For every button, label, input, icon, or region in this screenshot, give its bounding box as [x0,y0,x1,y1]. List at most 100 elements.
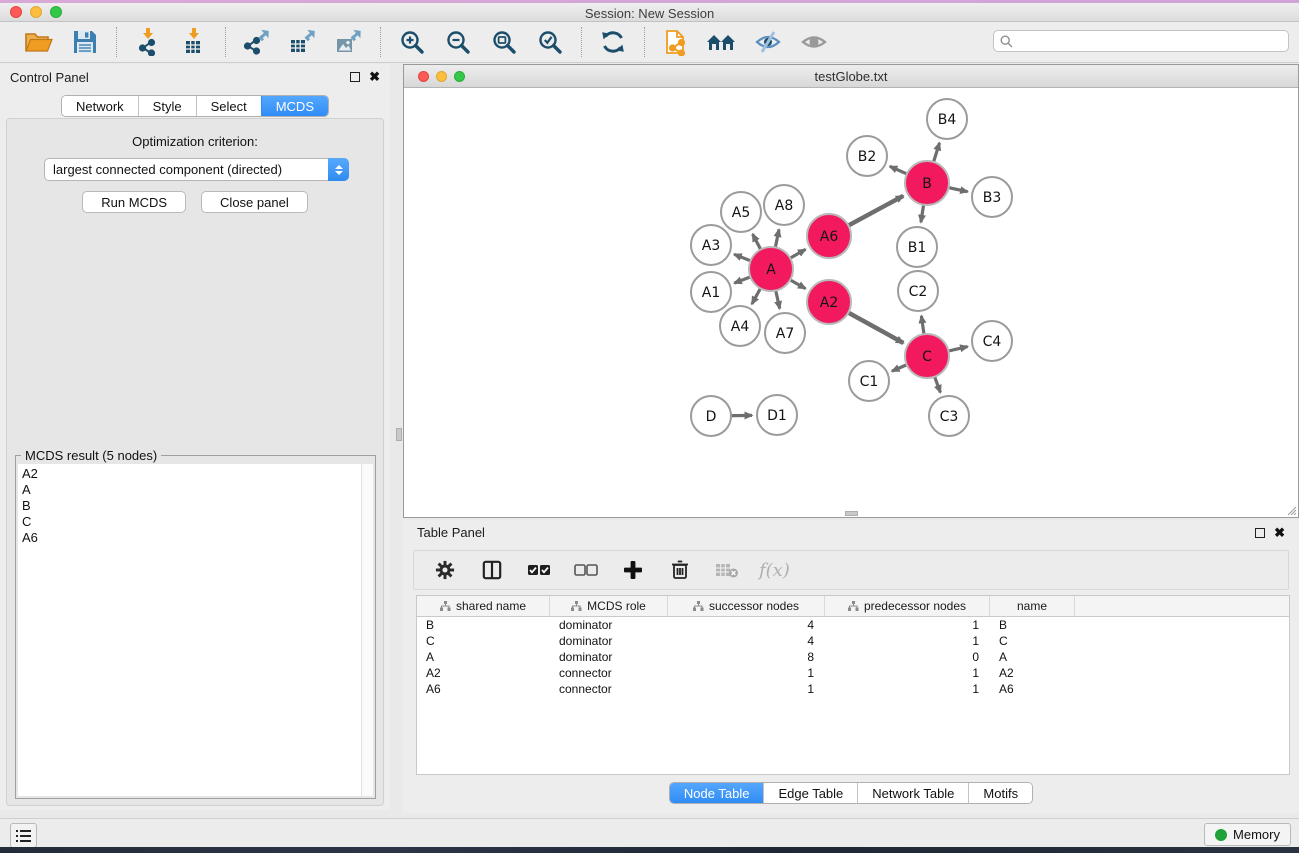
resize-grip[interactable] [1285,504,1297,516]
table-cell[interactable]: C [990,633,1075,649]
table-cell[interactable]: connector [550,681,668,697]
table-cell[interactable]: 1 [825,665,990,681]
open-session-button[interactable] [20,26,58,58]
table-cell[interactable]: A2 [990,665,1075,681]
table-row[interactable]: Bdominator41B [417,617,1289,633]
select-all-button[interactable] [526,554,552,586]
delete-column-button[interactable] [667,554,693,586]
table-row[interactable]: A6connector11A6 [417,681,1289,697]
table-cell[interactable]: dominator [550,649,668,665]
node-A4[interactable]: A4 [720,306,760,346]
tab-network[interactable]: Network [62,96,138,116]
result-scrollbar[interactable] [361,464,373,796]
criterion-dropdown[interactable]: largest connected component (directed) [44,158,349,181]
table-cell[interactable]: dominator [550,617,668,633]
table-cell[interactable]: 4 [668,633,825,649]
column-header-name[interactable]: name [990,596,1075,616]
zoom-fit-button[interactable] [485,26,523,58]
table-row[interactable]: Cdominator41C [417,633,1289,649]
node-C[interactable]: C [905,334,949,378]
export-table-button[interactable] [284,26,322,58]
column-header-shared-name[interactable]: shared name [417,596,550,616]
result-item[interactable]: C [22,514,357,530]
export-network-button[interactable] [238,26,276,58]
table-settings-button[interactable] [432,554,458,586]
node-B3[interactable]: B3 [972,177,1012,217]
table-cell[interactable]: A6 [417,681,550,697]
hide-selected-button[interactable] [749,26,787,58]
table-cell[interactable]: A6 [990,681,1075,697]
table-cell[interactable]: B [990,617,1075,633]
network-canvas[interactable]: A A1 A2 A3 A4 A5 A6 A7 A8 B B1 B2 B3 B4 … [404,88,1298,517]
task-history-button[interactable] [10,823,37,848]
table-tab-network-table[interactable]: Network Table [857,783,968,803]
save-session-button[interactable] [66,26,104,58]
result-item[interactable]: A6 [22,530,357,546]
show-all-button[interactable] [795,26,833,58]
result-item[interactable]: B [22,498,357,514]
node-A8[interactable]: A8 [764,185,804,225]
import-table-button[interactable] [175,26,213,58]
table-row[interactable]: Adominator80A [417,649,1289,665]
table-cell[interactable]: 1 [825,681,990,697]
node-A1[interactable]: A1 [691,272,731,312]
node-C2[interactable]: C2 [898,271,938,311]
tab-mcds[interactable]: MCDS [261,96,328,116]
zoom-selected-button[interactable] [531,26,569,58]
column-header-predecessor-nodes[interactable]: predecessor nodes [825,596,990,616]
table-cell[interactable]: B [417,617,550,633]
table-cell[interactable]: A2 [417,665,550,681]
first-neighbors-button[interactable] [703,26,741,58]
table-cell[interactable]: A [990,649,1075,665]
run-mcds-button[interactable]: Run MCDS [82,191,186,213]
table-cell[interactable]: C [417,633,550,649]
table-tab-motifs[interactable]: Motifs [968,783,1032,803]
float-panel-icon[interactable] [350,72,360,82]
deselect-all-button[interactable] [573,554,599,586]
table-cell[interactable]: 1 [825,633,990,649]
close-panel-icon[interactable]: ✖ [369,72,380,82]
table-tab-node-table[interactable]: Node Table [670,783,764,803]
search-input[interactable] [1017,32,1282,50]
new-network-from-file-button[interactable] [657,26,695,58]
table-close-icon[interactable]: ✖ [1274,528,1285,538]
table-cell[interactable]: 1 [825,617,990,633]
search-box[interactable] [993,30,1289,52]
close-panel-button[interactable]: Close panel [201,191,308,213]
table-tab-edge-table[interactable]: Edge Table [763,783,857,803]
table-cell[interactable]: 1 [668,665,825,681]
node-B4[interactable]: B4 [927,99,967,139]
node-C4[interactable]: C4 [972,321,1012,361]
table-cell[interactable]: 4 [668,617,825,633]
tab-select[interactable]: Select [196,96,261,116]
node-A3[interactable]: A3 [691,225,731,265]
node-A[interactable]: A [749,247,793,291]
zoom-in-button[interactable] [393,26,431,58]
table-cell[interactable]: connector [550,665,668,681]
zoom-out-button[interactable] [439,26,477,58]
node-A7[interactable]: A7 [765,313,805,353]
refresh-layout-button[interactable] [594,26,632,58]
show-columns-button[interactable] [479,554,505,586]
splitter-handle-vertical[interactable] [396,428,402,441]
node-D1[interactable]: D1 [757,395,797,435]
table-cell[interactable]: 8 [668,649,825,665]
tab-style[interactable]: Style [138,96,196,116]
import-network-button[interactable] [129,26,167,58]
add-column-button[interactable] [620,554,646,586]
result-item[interactable]: A2 [22,466,357,482]
table-row[interactable]: A2connector11A2 [417,665,1289,681]
table-float-icon[interactable] [1255,528,1265,538]
node-A5[interactable]: A5 [721,192,761,232]
node-A2[interactable]: A2 [807,280,851,324]
node-D[interactable]: D [691,396,731,436]
table-cell[interactable]: A [417,649,550,665]
export-image-button[interactable] [330,26,368,58]
node-B1[interactable]: B1 [897,227,937,267]
node-A6[interactable]: A6 [807,214,851,258]
table-cell[interactable]: 0 [825,649,990,665]
table-cell[interactable]: dominator [550,633,668,649]
splitter-handle-horizontal[interactable] [845,511,858,516]
mcds-result-list[interactable]: A2ABCA6 [18,464,361,796]
node-C1[interactable]: C1 [849,361,889,401]
